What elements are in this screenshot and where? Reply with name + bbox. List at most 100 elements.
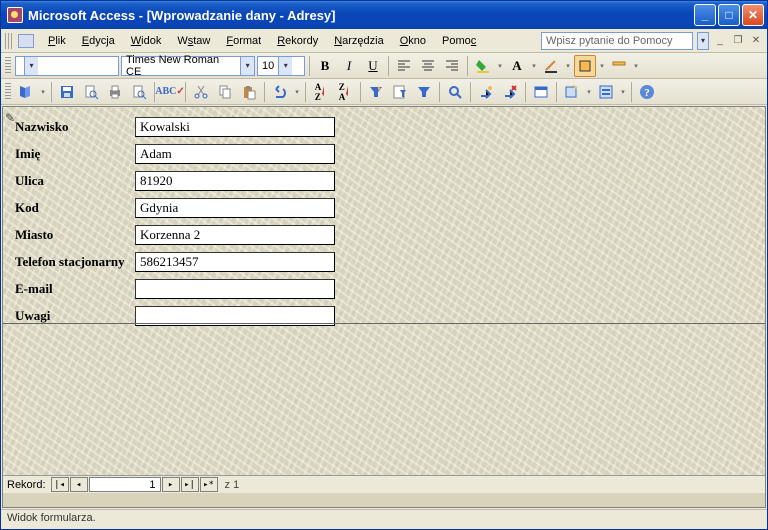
- input-kod[interactable]: [135, 198, 335, 218]
- status-bar: Widok formularza.: [1, 509, 767, 529]
- italic-button[interactable]: I: [338, 55, 360, 77]
- maximize-button[interactable]: □: [718, 4, 740, 26]
- help-search-input[interactable]: [541, 32, 693, 50]
- view-dropdown[interactable]: ▾: [39, 88, 47, 96]
- delete-record-button[interactable]: [499, 81, 521, 103]
- align-left-button[interactable]: [393, 55, 415, 77]
- save-button[interactable]: [56, 81, 78, 103]
- chevron-down-icon: ▾: [24, 57, 38, 75]
- apply-filter-button[interactable]: [413, 81, 435, 103]
- font-size-combo[interactable]: 10▾: [257, 56, 305, 76]
- form-area: ✎ Nazwisko Imię Ulica Kod Miasto Telefon…: [3, 107, 765, 475]
- font-color-dropdown[interactable]: ▾: [530, 62, 538, 70]
- minimize-button[interactable]: _: [694, 4, 716, 26]
- status-text: Widok formularza.: [7, 512, 96, 524]
- new-record-button[interactable]: [475, 81, 497, 103]
- edit-pencil-icon: ✎: [5, 111, 15, 125]
- filter-form-button[interactable]: [389, 81, 411, 103]
- subform-dropdown[interactable]: ▾: [619, 88, 627, 96]
- doc-restore-button[interactable]: ❐: [731, 34, 745, 48]
- sort-asc-button[interactable]: AZ: [310, 81, 332, 103]
- object-combo[interactable]: ▾: [15, 56, 119, 76]
- toolbar-grip[interactable]: [5, 33, 12, 49]
- special-effect-dropdown[interactable]: ▾: [632, 62, 640, 70]
- input-email[interactable]: [135, 279, 335, 299]
- label-nazwisko: Nazwisko: [15, 119, 135, 135]
- search-file-button[interactable]: [80, 81, 102, 103]
- window-title: Microsoft Access - [Wprowadzanie dany - …: [28, 8, 336, 23]
- input-telefon[interactable]: [135, 252, 335, 272]
- input-nazwisko[interactable]: [135, 117, 335, 137]
- fill-color-button[interactable]: [472, 55, 494, 77]
- view-button[interactable]: [15, 81, 37, 103]
- new-object-button[interactable]: [561, 81, 583, 103]
- undo-dropdown[interactable]: ▾: [293, 88, 301, 96]
- svg-text:?: ?: [644, 87, 650, 99]
- titlebar: Microsoft Access - [Wprowadzanie dany - …: [1, 1, 767, 29]
- chevron-down-icon: ▾: [278, 57, 292, 75]
- find-button[interactable]: [444, 81, 466, 103]
- special-effect-button[interactable]: [608, 55, 630, 77]
- undo-button[interactable]: [269, 81, 291, 103]
- app-window: Microsoft Access - [Wprowadzanie dany - …: [0, 0, 768, 530]
- print-button[interactable]: [104, 81, 126, 103]
- line-color-dropdown[interactable]: ▾: [564, 62, 572, 70]
- help-button[interactable]: ?: [636, 81, 658, 103]
- label-miasto: Miasto: [15, 227, 135, 243]
- label-kod: Kod: [15, 200, 135, 216]
- label-email: E-mail: [15, 281, 135, 297]
- sort-desc-button[interactable]: ZA: [334, 81, 356, 103]
- menu-narzedzia[interactable]: Narzędzia: [326, 33, 392, 49]
- input-ulica[interactable]: [135, 171, 335, 191]
- prev-record-button[interactable]: ◂: [70, 477, 88, 492]
- bold-button[interactable]: B: [314, 55, 336, 77]
- filter-selection-button[interactable]: [365, 81, 387, 103]
- toolbar-grip[interactable]: [5, 83, 11, 101]
- menu-widok[interactable]: Widok: [123, 33, 170, 49]
- toolbar-grip[interactable]: [5, 57, 11, 75]
- first-record-button[interactable]: |◂: [51, 477, 69, 492]
- new-object-dropdown[interactable]: ▾: [585, 88, 593, 96]
- spelling-button[interactable]: ABC✓: [159, 81, 181, 103]
- database-window-button[interactable]: [530, 81, 552, 103]
- menu-edycja[interactable]: Edycja: [74, 33, 123, 49]
- subform-button[interactable]: [595, 81, 617, 103]
- underline-button[interactable]: U: [362, 55, 384, 77]
- fill-color-dropdown[interactable]: ▾: [496, 62, 504, 70]
- standard-toolbar: ▾ ABC✓ ▾ AZ ZA ▾ ▾ ?: [1, 79, 767, 105]
- label-uwagi: Uwagi: [15, 308, 135, 324]
- menu-format[interactable]: Format: [218, 33, 269, 49]
- cut-button[interactable]: [190, 81, 212, 103]
- print-preview-button[interactable]: [128, 81, 150, 103]
- label-telefon: Telefon stacjonarny: [15, 254, 135, 270]
- next-record-button[interactable]: ▸: [162, 477, 180, 492]
- font-name-combo[interactable]: Times New Roman CE▾: [121, 56, 255, 76]
- record-count: z 1: [225, 479, 240, 491]
- menu-rekordy[interactable]: Rekordy: [269, 33, 326, 49]
- copy-button[interactable]: [214, 81, 236, 103]
- last-record-button[interactable]: ▸|: [181, 477, 199, 492]
- font-color-button[interactable]: A: [506, 55, 528, 77]
- line-width-button[interactable]: [574, 55, 596, 77]
- line-color-button[interactable]: [540, 55, 562, 77]
- align-right-button[interactable]: [441, 55, 463, 77]
- new-record-nav-button[interactable]: ▸*: [200, 477, 218, 492]
- menu-wstaw[interactable]: Wstaw: [169, 33, 218, 49]
- menu-plik[interactable]: Plik: [40, 33, 74, 49]
- menu-okno[interactable]: Okno: [392, 33, 434, 49]
- input-miasto[interactable]: [135, 225, 335, 245]
- menubar: Plik Edycja Widok Wstaw Format Rekordy N…: [1, 29, 767, 53]
- form-icon[interactable]: [18, 34, 34, 48]
- doc-minimize-button[interactable]: _: [713, 34, 727, 48]
- help-search-dropdown[interactable]: ▾: [697, 32, 709, 50]
- app-icon: [7, 7, 23, 23]
- record-number-input[interactable]: [89, 477, 161, 492]
- close-button[interactable]: ✕: [742, 4, 764, 26]
- paste-button[interactable]: [238, 81, 260, 103]
- menu-pomoc[interactable]: Pomoc: [434, 33, 484, 49]
- doc-close-button[interactable]: ✕: [749, 34, 763, 48]
- input-imie[interactable]: [135, 144, 335, 164]
- line-width-dropdown[interactable]: ▾: [598, 62, 606, 70]
- record-label: Rekord:: [7, 479, 46, 491]
- align-center-button[interactable]: [417, 55, 439, 77]
